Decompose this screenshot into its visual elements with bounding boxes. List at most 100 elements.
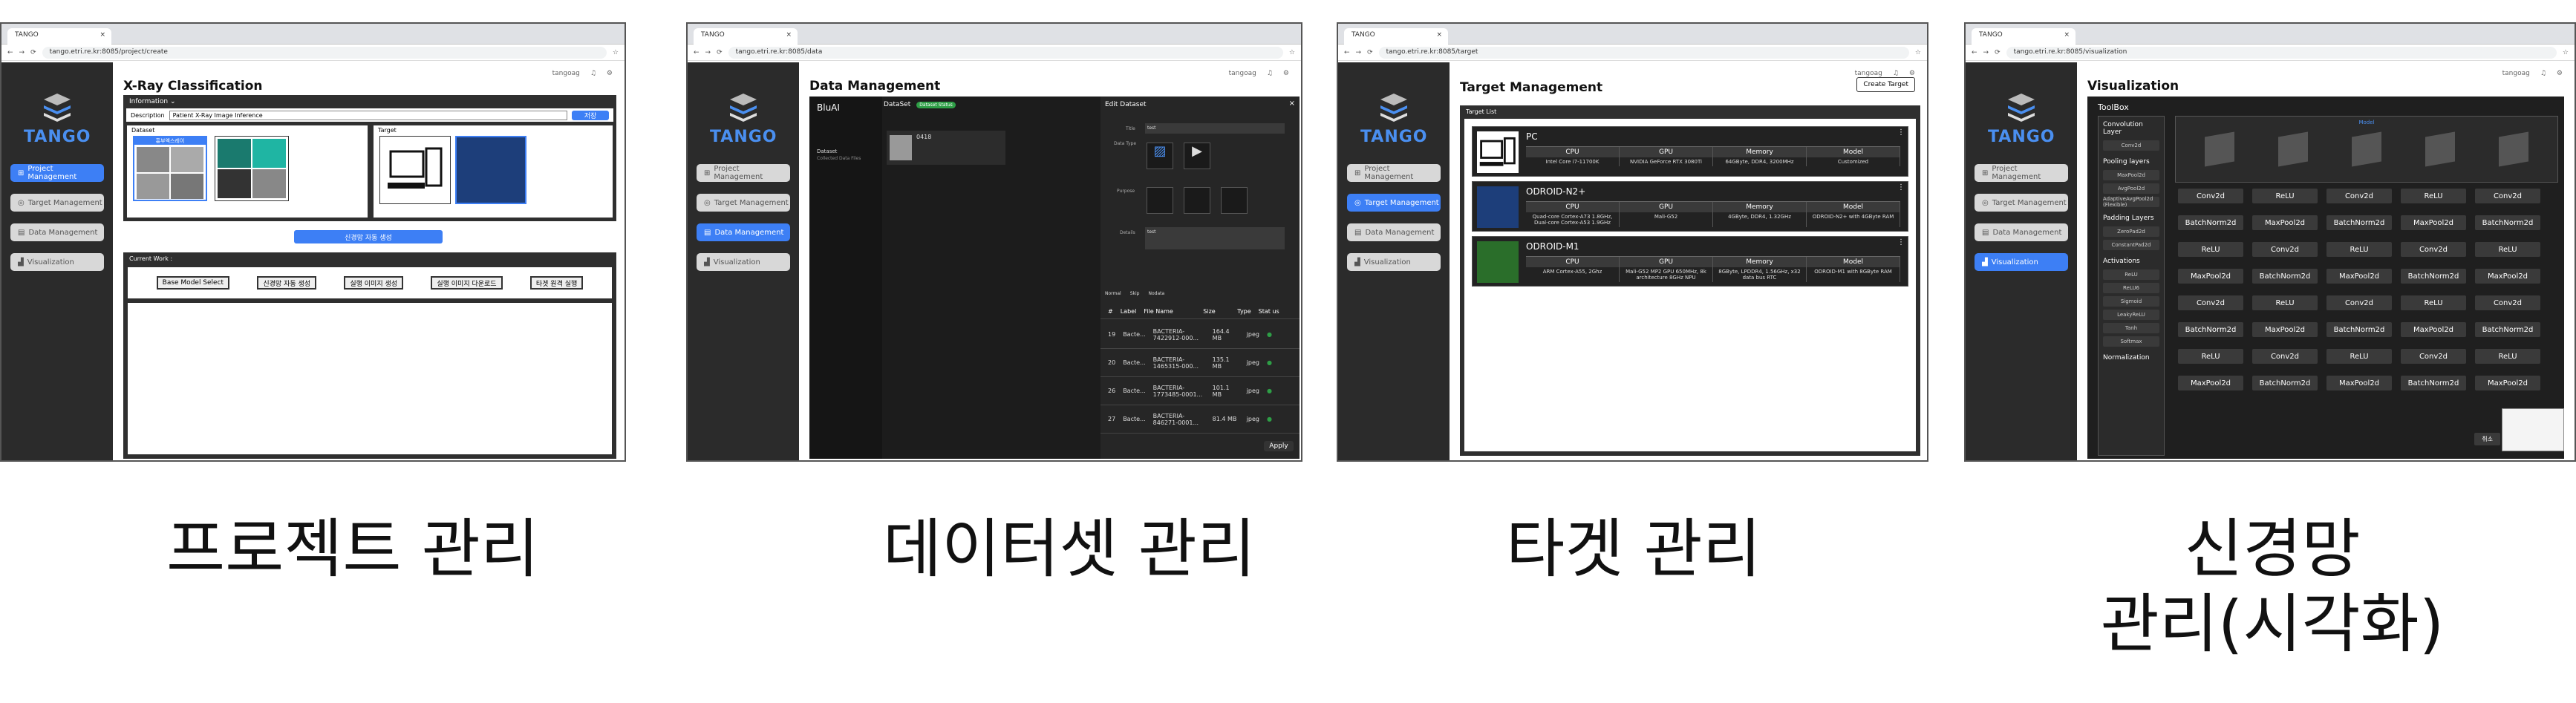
tool-relu6[interactable]: ReLU6 — [2103, 283, 2159, 293]
sidebar-item-visualization[interactable]: ▟ Visualization — [1347, 253, 1441, 271]
layer-node[interactable]: BatchNorm2d — [2252, 376, 2318, 390]
sidebar-item-visualization[interactable]: ▟ Visualization — [697, 253, 790, 271]
layer-node[interactable]: Conv2d — [2475, 189, 2540, 203]
sidebar-item-project[interactable]: ⊞ Project Management — [1975, 164, 2068, 182]
more-icon[interactable]: ⋮ — [1897, 238, 1905, 246]
reload-icon[interactable]: ⟳ — [30, 49, 36, 56]
layer-node[interactable]: MaxPool2d — [2252, 215, 2318, 230]
dataset-card[interactable]: 흉부엑스레이 — [133, 136, 207, 201]
details-input[interactable]: test — [1145, 227, 1285, 249]
tool-relu[interactable]: ReLU — [2103, 269, 2159, 280]
sidebar-item-project[interactable]: ⊞ Project Management — [10, 164, 104, 182]
sidebar-item-visualization[interactable]: ▟ Visualization — [10, 253, 104, 271]
layer-node[interactable]: ReLU — [2326, 349, 2392, 364]
sidebar-item-visualization[interactable]: ▟ Visualization — [1975, 253, 2068, 271]
side-dataset[interactable]: Dataset — [809, 119, 882, 154]
layer-node[interactable]: BatchNorm2d — [2178, 322, 2243, 337]
tool-constantpad2d[interactable]: ConstantPad2d — [2103, 240, 2159, 250]
layer-node[interactable]: Conv2d — [2326, 189, 2392, 203]
browser-tab[interactable]: TANGO × — [694, 28, 798, 45]
step-auto-nn[interactable]: 신경망 자동 생성 — [257, 276, 317, 290]
url-input[interactable]: tango.etri.re.kr:8085/project/create — [42, 46, 607, 59]
description-input[interactable]: Patient X-Ray Image Inference — [169, 110, 567, 120]
target-card-pc[interactable] — [379, 136, 451, 204]
tool-maxpool2d[interactable]: MaxPool2d — [2103, 170, 2159, 180]
type-video[interactable]: ▶ — [1184, 143, 1210, 169]
table-row[interactable]: 27 Bacte... BACTERIA-846271-0001... 81.4 MB… — [1100, 405, 1300, 434]
layer-node[interactable]: MaxPool2d — [2475, 269, 2540, 284]
browser-tab[interactable]: TANGO × — [7, 28, 111, 45]
dataset-card[interactable] — [215, 136, 289, 201]
target-card-board[interactable] — [455, 136, 526, 204]
layer-node[interactable]: MaxPool2d — [2475, 376, 2540, 390]
layer-node[interactable]: BatchNorm2d — [2475, 215, 2540, 230]
layer-node[interactable]: MaxPool2d — [2401, 322, 2466, 337]
layer-node[interactable]: ReLU — [2252, 295, 2318, 310]
tool-softmax[interactable]: Softmax — [2103, 336, 2159, 347]
layer-node[interactable]: ReLU — [2475, 242, 2540, 257]
tool-adaptiveavgpool2d[interactable]: AdaptiveAvgPool2d (Flexible) — [2103, 196, 2159, 208]
target-card[interactable]: ODROID-M1 CPU GPU Memory Model ARM Cortex-A… — [1472, 236, 1908, 287]
create-target-button[interactable]: Create Target — [1856, 77, 1915, 92]
url-input[interactable]: tango.etri.re.kr:8085/visualization — [2006, 46, 2557, 59]
bell-icon[interactable]: ♫ — [590, 70, 596, 77]
layer-node[interactable]: ReLU — [2475, 349, 2540, 364]
dataset-card[interactable]: 0418 — [887, 131, 1005, 165]
sidebar-item-data[interactable]: ▤ Data Management — [1347, 223, 1441, 241]
layer-node[interactable]: MaxPool2d — [2326, 269, 2392, 284]
sidebar-item-target[interactable]: ◎ Target Management — [1975, 194, 2068, 212]
layer-node[interactable]: ReLU — [2326, 242, 2392, 257]
layer-node[interactable]: ReLU — [2178, 349, 2243, 364]
layer-node[interactable]: BatchNorm2d — [2401, 269, 2466, 284]
layer-node[interactable]: BatchNorm2d — [2178, 215, 2243, 230]
more-icon[interactable]: ⋮ — [1897, 128, 1905, 137]
url-input[interactable]: tango.etri.re.kr:8085/data — [728, 46, 1283, 59]
settings-icon[interactable]: ⚙ — [607, 70, 613, 77]
layer-node[interactable]: ReLU — [2401, 295, 2466, 310]
forward-icon[interactable]: → — [19, 49, 25, 56]
cancel-button[interactable]: 취소 — [2474, 433, 2500, 445]
tool-zeropad2d[interactable]: ZeroPad2d — [2103, 226, 2159, 237]
close-icon[interactable]: × — [1289, 99, 1295, 108]
layer-node[interactable]: BatchNorm2d — [2252, 269, 2318, 284]
step-download-image[interactable]: 실행 이미지 다운로드 — [431, 276, 503, 290]
layer-node[interactable]: Conv2d — [2475, 295, 2540, 310]
info-toggle[interactable]: Information ⌄ — [123, 95, 616, 108]
save-button[interactable]: 저장 — [572, 110, 609, 120]
layer-node[interactable]: MaxPool2d — [2326, 376, 2392, 390]
step-remote-run[interactable]: 타겟 원격 실행 — [529, 276, 584, 290]
sidebar-item-project[interactable]: ⊞ Project Management — [1347, 164, 1441, 182]
tool-tanh[interactable]: Tanh — [2103, 323, 2159, 333]
sidebar-item-project[interactable]: ⊞ Project Management — [697, 164, 790, 182]
filter-skip[interactable]: Skip — [1130, 291, 1140, 296]
more-icon[interactable]: ⋮ — [1897, 183, 1905, 192]
type-image[interactable]: ▨ — [1147, 143, 1173, 169]
apply-button[interactable]: Apply — [1264, 441, 1294, 451]
table-row[interactable]: 19 Bacte... BACTERIA-7422912-000... 164.4 M… — [1100, 321, 1300, 349]
step-base-model[interactable]: Base Model Select — [156, 276, 230, 290]
layer-node[interactable]: MaxPool2d — [2178, 269, 2243, 284]
sidebar-item-data[interactable]: ▤ Data Management — [10, 223, 104, 241]
layer-node[interactable]: ReLU — [2401, 189, 2466, 203]
layer-node[interactable]: Conv2d — [2401, 242, 2466, 257]
filter-nodata[interactable]: Nodata — [1148, 291, 1164, 296]
layer-node[interactable]: Conv2d — [2178, 295, 2243, 310]
browser-tab[interactable]: TANGO × — [1972, 28, 2076, 45]
layer-node[interactable]: ReLU — [2178, 242, 2243, 257]
purpose-detection[interactable] — [1184, 187, 1210, 214]
layer-node[interactable]: ReLU — [2252, 189, 2318, 203]
tool-conv2d[interactable]: Conv2d — [2103, 140, 2159, 151]
title-input[interactable]: test — [1145, 123, 1285, 134]
browser-tab[interactable]: TANGO × — [1344, 28, 1448, 45]
step-build-image[interactable]: 실행 이미지 생성 — [344, 276, 404, 290]
layer-node[interactable]: MaxPool2d — [2401, 215, 2466, 230]
target-card[interactable]: ODROID-N2+ CPU GPU Memory Model Quad-core C… — [1472, 181, 1908, 232]
sidebar-item-target[interactable]: ◎ Target Management — [697, 194, 790, 212]
tool-leakyrelu[interactable]: LeakyReLU — [2103, 310, 2159, 320]
purpose-segmentation[interactable] — [1221, 187, 1248, 214]
sidebar-item-target[interactable]: ◎ Target Management — [1347, 194, 1441, 212]
sidebar-item-data[interactable]: ▤ Data Management — [697, 223, 790, 241]
star-icon[interactable]: ☆ — [613, 49, 619, 56]
purpose-classification[interactable] — [1147, 187, 1173, 214]
layer-node[interactable]: BatchNorm2d — [2326, 215, 2392, 230]
